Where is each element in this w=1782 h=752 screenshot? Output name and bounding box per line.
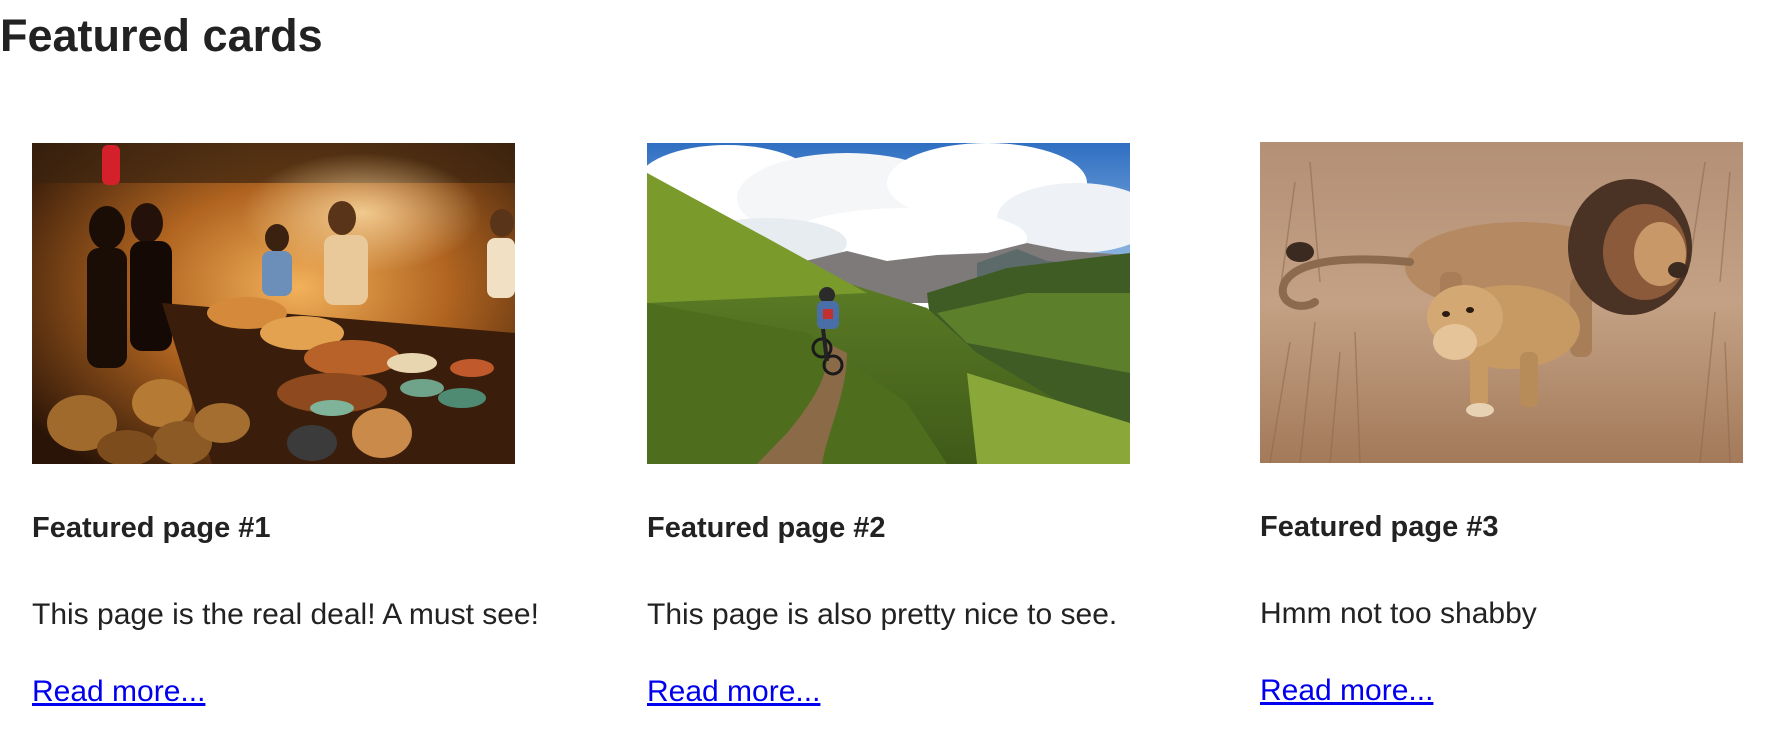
card-description: This page is also pretty nice to see. [647, 598, 1118, 631]
card-title: Featured page #1 [32, 512, 271, 544]
card-title: Featured page #2 [647, 512, 886, 544]
page-title: Featured cards [0, 10, 323, 61]
featured-card-1: Featured page #1 This page is the real d… [32, 143, 552, 708]
page: Featured cards Featured page #1 This pag… [0, 0, 1782, 752]
card-image-lions [1260, 142, 1743, 463]
card-description: This page is the real deal! A must see! [32, 598, 539, 631]
featured-card-2: Featured page #2 This page is also prett… [647, 143, 1167, 708]
read-more-link[interactable]: Read more... [32, 672, 205, 712]
card-title: Featured page #3 [1260, 511, 1499, 543]
card-description: Hmm not too shabby [1260, 597, 1537, 630]
read-more-link[interactable]: Read more... [647, 672, 820, 712]
card-image-food-stall [32, 143, 515, 464]
card-image-mountain-biker [647, 143, 1130, 464]
read-more-link[interactable]: Read more... [1260, 671, 1433, 711]
featured-card-3: Featured page #3 Hmm not too shabby Read… [1260, 142, 1780, 707]
